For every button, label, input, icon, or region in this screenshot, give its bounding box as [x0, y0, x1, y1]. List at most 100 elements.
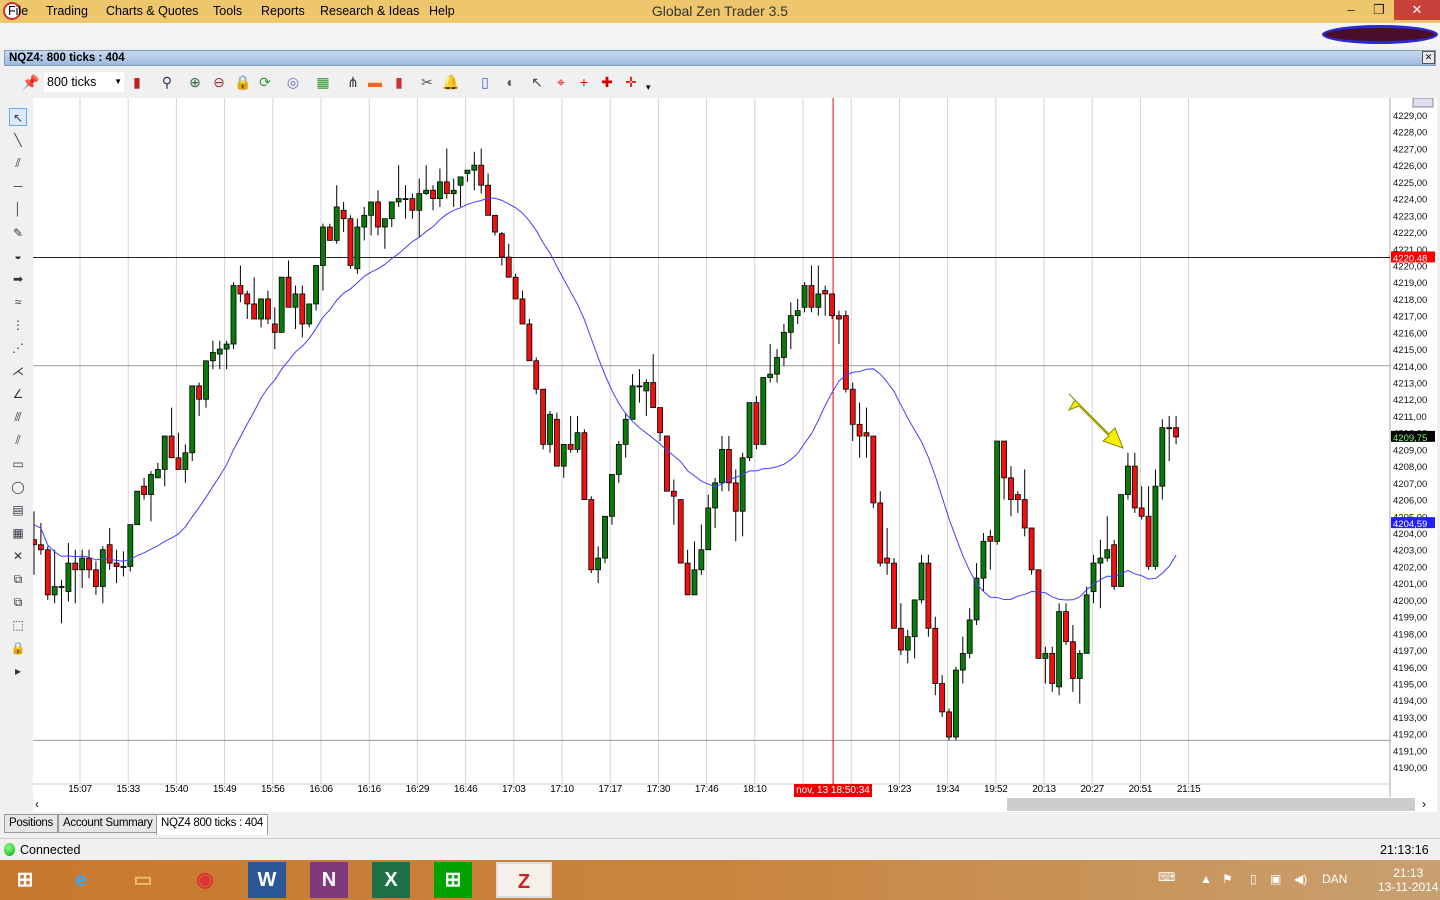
menu-trading[interactable]: Trading: [46, 4, 88, 18]
candle-body: [182, 452, 189, 470]
rectangle-icon[interactable]: ▭: [9, 455, 27, 473]
indicator-icon[interactable]: ◎: [284, 74, 302, 90]
onenote-icon[interactable]: N: [310, 862, 348, 898]
flag-icon[interactable]: ⚑: [1222, 872, 1233, 886]
crosshair-line-icon[interactable]: ✛: [622, 74, 640, 90]
pitchfork-icon[interactable]: ⋌: [9, 362, 27, 380]
toolbar-overflow-icon[interactable]: ▾: [646, 82, 651, 93]
volume-icon[interactable]: ◀): [1294, 872, 1307, 886]
line-icon[interactable]: ╲: [9, 131, 27, 149]
candle-body: [836, 315, 842, 320]
candle-body: [347, 218, 354, 266]
cursor-icon[interactable]: ↖: [528, 74, 546, 90]
lock-icon[interactable]: 🔒: [234, 74, 252, 90]
parallel-lines-icon[interactable]: ⫽: [9, 154, 27, 172]
keyboard-icon[interactable]: ⌨: [1158, 870, 1175, 884]
candle-body: [691, 569, 698, 596]
zoom-icon[interactable]: ⚲: [158, 74, 176, 90]
interval-select[interactable]: 800 ticks ▼: [44, 72, 124, 92]
copy-icon[interactable]: ⧉: [9, 570, 27, 588]
template-icon[interactable]: ▤: [9, 501, 27, 519]
zoom-in-icon[interactable]: ⊕: [186, 74, 204, 90]
menu-file[interactable]: File: [8, 4, 28, 18]
bell-icon[interactable]: 🔔: [442, 74, 460, 90]
y-tick-label: 4225,00: [1393, 178, 1427, 189]
note-icon[interactable]: ✎: [9, 224, 27, 242]
price-chart[interactable]: 4190,00 4191,00 4192,00 4193,00 4194,00 4195,…: [33, 98, 1437, 798]
delete-icon[interactable]: ✕: [9, 547, 27, 565]
menu-charts-quotes[interactable]: Charts & Quotes: [106, 4, 198, 18]
scroll-left-icon[interactable]: ‹: [35, 797, 39, 811]
hierarchy-icon[interactable]: ⋔: [344, 74, 362, 90]
connection-status: Connected: [20, 843, 81, 857]
arrow-tool-icon[interactable]: ➡: [9, 270, 27, 288]
status-bar: [0, 838, 1440, 860]
store-icon[interactable]: ⊞: [434, 862, 472, 898]
properties-icon[interactable]: ▦: [9, 524, 27, 542]
mouse-icon[interactable]: ◖: [500, 74, 518, 90]
tray-expand-icon[interactable]: ▲: [1200, 872, 1212, 886]
candle-body: [237, 285, 244, 295]
excel-icon[interactable]: X: [372, 862, 410, 898]
candle-body: [37, 544, 44, 551]
candle-body: [306, 303, 313, 325]
candle-body: [464, 169, 471, 174]
language-indicator[interactable]: DAN: [1322, 872, 1347, 886]
internet-explorer-icon[interactable]: e: [58, 862, 104, 898]
candle-body: [636, 385, 643, 388]
menu-tools[interactable]: Tools: [213, 4, 242, 18]
chart-close-button[interactable]: ✕: [1422, 51, 1435, 64]
channel-icon[interactable]: ⫽: [9, 431, 27, 449]
fib-extension-icon[interactable]: ⋰: [9, 339, 27, 357]
lock-icon[interactable]: 🔒: [9, 639, 27, 657]
restore-button[interactable]: ❐: [1364, 0, 1394, 20]
scroll-right-icon[interactable]: ›: [1422, 797, 1426, 811]
network-icon[interactable]: ▣: [1270, 872, 1281, 886]
phone-icon[interactable]: ▯: [476, 74, 494, 90]
y-tick-label: 4223,00: [1393, 211, 1427, 222]
wave-icon[interactable]: ≈: [9, 293, 27, 311]
horizontal-line-icon[interactable]: ─: [9, 177, 27, 195]
windows-start-icon[interactable]: ⊞: [2, 862, 48, 898]
pin-icon[interactable]: 📌: [22, 74, 40, 90]
layers-icon[interactable]: ⧉: [9, 593, 27, 611]
crosshair-icon[interactable]: +: [575, 74, 593, 90]
scissors-icon[interactable]: ✂: [418, 74, 436, 90]
menu-reports[interactable]: Reports: [261, 4, 305, 18]
region-icon[interactable]: ⬚: [9, 616, 27, 634]
file-explorer-icon[interactable]: ▭: [120, 862, 166, 898]
fibonacci-icon[interactable]: ⋮: [9, 316, 27, 334]
candlestick-type-icon[interactable]: ▮: [128, 74, 146, 90]
vertical-line-icon[interactable]: │: [9, 200, 27, 218]
fan-icon[interactable]: ⫻: [9, 408, 27, 426]
ellipse-tool-icon[interactable]: ◒: [9, 247, 27, 265]
close-button[interactable]: ✕: [1394, 0, 1440, 20]
zoom-out-icon[interactable]: ⊖: [210, 74, 228, 90]
crosshair-dot-icon[interactable]: ✚: [598, 74, 616, 90]
taskbar-clock[interactable]: 21:13 13-11-2014: [1378, 866, 1439, 894]
minimize-button[interactable]: –: [1336, 0, 1366, 20]
bar-chart-icon[interactable]: ▮: [390, 74, 408, 90]
tab-chart[interactable]: NQZ4 800 ticks : 404: [156, 814, 269, 835]
candle-body: [168, 435, 175, 459]
chevron-down-icon: ▼: [114, 77, 122, 86]
global-zen-icon[interactable]: Z: [496, 862, 552, 898]
menu-research-ideas[interactable]: Research & Ideas: [320, 4, 419, 18]
gann-icon[interactable]: ∠: [9, 385, 27, 403]
tab-account-summary[interactable]: Account Summary: [58, 814, 158, 833]
refresh-icon[interactable]: ⟳: [256, 74, 274, 90]
scrollbar-thumb[interactable]: [1007, 798, 1415, 811]
tab-positions[interactable]: Positions: [4, 814, 58, 833]
color-bar-icon[interactable]: ▬: [366, 74, 384, 90]
chart-template-icon[interactable]: ▦: [314, 74, 332, 90]
battery-icon[interactable]: ▯: [1250, 872, 1257, 886]
word-icon[interactable]: W: [248, 862, 286, 898]
candle-body: [1056, 611, 1063, 688]
select-arrow-icon[interactable]: ↖: [9, 108, 27, 126]
chrome-icon[interactable]: ◉: [182, 862, 228, 898]
circle-icon[interactable]: ◯: [9, 478, 27, 496]
expand-icon[interactable]: ▸: [9, 662, 27, 680]
menu-help[interactable]: Help: [429, 4, 455, 18]
crosshair-cursor-icon[interactable]: ⌖: [552, 74, 570, 90]
candle-body: [1083, 594, 1090, 654]
